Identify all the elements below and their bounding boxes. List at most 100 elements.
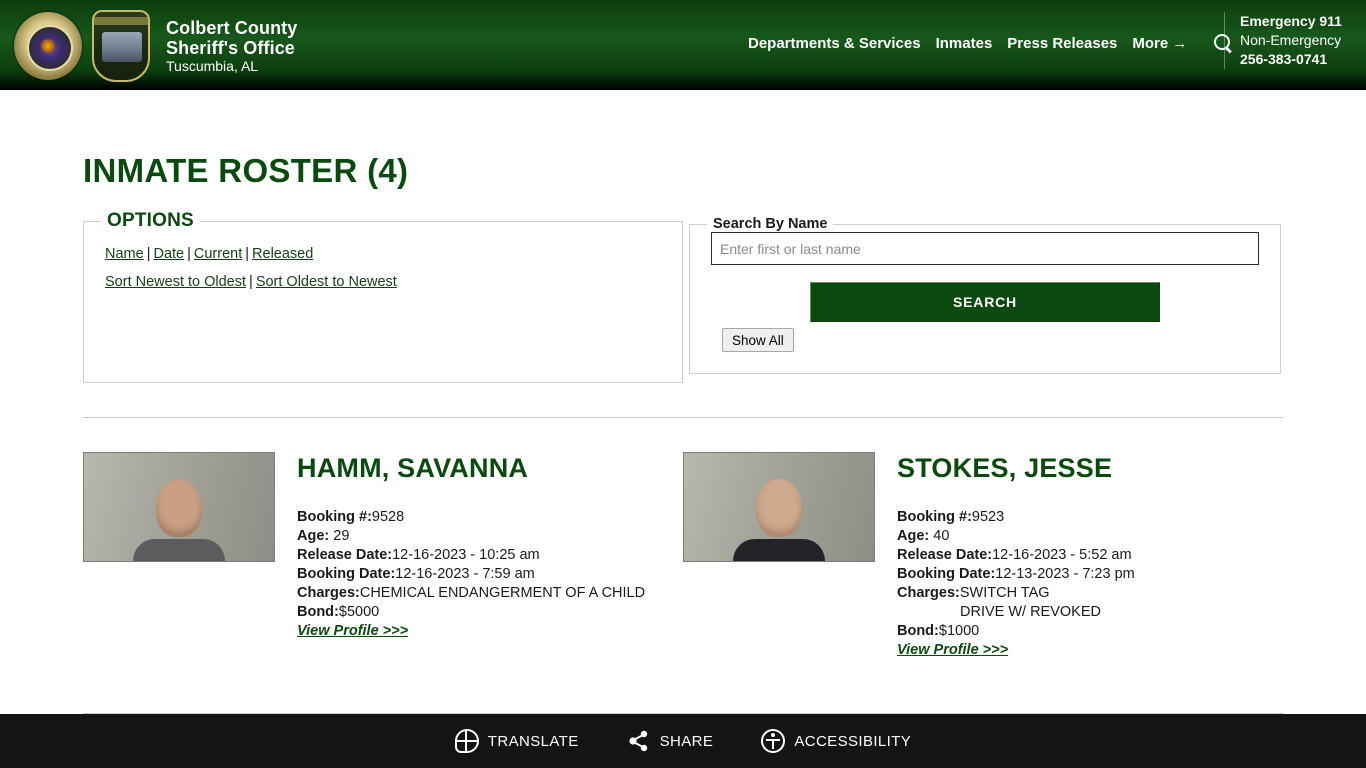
options-link-sort-newest-oldest[interactable]: Sort Newest to Oldest xyxy=(105,274,246,290)
footer-translate-button[interactable]: TRANSLATE xyxy=(454,729,579,753)
site-footer: TRANSLATE SHARE ACCESSIBILITY xyxy=(0,714,1366,768)
inmate-card: STOKES, JESSE Booking #:9523 Age: 40 Rel… xyxy=(683,452,1283,659)
search-input[interactable] xyxy=(711,232,1259,265)
non-emergency-phone[interactable]: 256-383-0741 xyxy=(1240,50,1366,69)
accessibility-person-body xyxy=(772,739,775,749)
value-booking-date: 12-16-2023 - 7:59 am xyxy=(395,565,535,582)
inmate-details: STOKES, JESSE Booking #:9523 Age: 40 Rel… xyxy=(897,452,1135,659)
site-brand[interactable]: Colbert County Sheriff's Office Tuscumbi… xyxy=(0,0,297,82)
footer-translate-label: TRANSLATE xyxy=(487,732,579,750)
options-row-filters: Name | Date | Current | Released xyxy=(105,246,682,262)
label-charges: Charges: xyxy=(297,584,360,601)
arrow-right-icon: → xyxy=(1172,34,1188,52)
value-release-date: 12-16-2023 - 10:25 am xyxy=(392,546,540,563)
search-by-name-panel: Search By Name SEARCH Show All xyxy=(689,216,1281,374)
inmate-release-date-row: Release Date:12-16-2023 - 10:25 am xyxy=(297,546,645,565)
mugshot-head xyxy=(756,479,802,537)
non-emergency-label: Non-Emergency xyxy=(1240,31,1342,48)
nav-more-label[interactable]: More xyxy=(1132,35,1168,52)
view-profile-link[interactable]: View Profile >>> xyxy=(897,642,1008,658)
label-charges: Charges: xyxy=(897,584,960,601)
brand-line-city: Tuscumbia, AL xyxy=(166,57,259,74)
label-booking-date: Booking Date: xyxy=(897,565,996,582)
label-age: Age: xyxy=(297,527,330,544)
inmate-mugshot[interactable] xyxy=(683,452,875,562)
inmate-roster-list: HAMM, SAVANNA Booking #:9528 Age: 29 Rel… xyxy=(83,452,1283,659)
value-booking-date: 12-13-2023 - 7:23 pm xyxy=(995,565,1135,582)
options-link-date[interactable]: Date xyxy=(153,246,184,262)
footer-accessibility-button[interactable]: ACCESSIBILITY xyxy=(761,729,911,753)
footer-accessibility-label: ACCESSIBILITY xyxy=(794,732,912,750)
show-all-button[interactable]: Show All xyxy=(722,328,794,352)
label-booking-number: Booking #: xyxy=(897,508,972,525)
options-row-sort: Sort Newest to Oldest | Sort Oldest to New… xyxy=(105,274,682,290)
options-link-released[interactable]: Released xyxy=(252,246,313,262)
inmate-booking-number-row: Booking #:9523 xyxy=(897,508,1135,527)
label-age: Age: xyxy=(897,527,930,544)
search-panel-legend: Search By Name xyxy=(713,216,828,232)
value-booking-number: 9523 xyxy=(971,508,1005,525)
inmate-card: HAMM, SAVANNA Booking #:9528 Age: 29 Rel… xyxy=(83,452,683,659)
inmate-bond-row: Bond:$1000 xyxy=(897,622,1135,641)
value-charge-2: DRIVE W/ REVOKED xyxy=(960,603,1101,620)
options-link-name[interactable]: Name xyxy=(105,246,144,262)
inmate-mugshot[interactable] xyxy=(83,452,275,562)
label-booking-number: Booking #: xyxy=(297,508,372,525)
section-divider-top xyxy=(83,417,1283,418)
nav-item-inmates[interactable]: Inmates xyxy=(936,35,993,52)
options-separator: | xyxy=(187,246,191,262)
inmate-age-row: Age: 29 xyxy=(297,527,645,546)
inmate-booking-date-row: Booking Date:12-16-2023 - 7:59 am xyxy=(297,565,645,584)
mugshot-shoulders xyxy=(733,539,825,561)
value-booking-number: 9528 xyxy=(371,508,405,525)
footer-share-label: SHARE xyxy=(659,732,714,750)
options-link-sort-oldest-newest[interactable]: Sort Oldest to Newest xyxy=(256,274,397,290)
inmate-charges-row: Charges:SWITCH TAG xyxy=(897,584,1135,603)
value-charge-1: SWITCH TAG xyxy=(959,584,1050,601)
options-link-current[interactable]: Current xyxy=(194,246,242,262)
options-legend: OPTIONS xyxy=(107,210,194,231)
site-header: Colbert County Sheriff's Office Tuscumbi… xyxy=(0,0,1366,90)
inmate-charge-additional-row: DRIVE W/ REVOKED xyxy=(897,603,1135,622)
inmate-bond-row: Bond:$5000 xyxy=(297,603,645,622)
options-separator: | xyxy=(249,274,253,290)
inmate-age-row: Age: 40 xyxy=(897,527,1135,546)
nav-item-press-releases[interactable]: Press Releases xyxy=(1007,35,1117,52)
label-bond: Bond: xyxy=(297,603,339,620)
search-button[interactable]: SEARCH xyxy=(810,282,1160,322)
inmate-name: STOKES, JESSE xyxy=(897,453,1113,483)
inmate-details: HAMM, SAVANNA Booking #:9528 Age: 29 Rel… xyxy=(297,452,645,659)
label-release-date: Release Date: xyxy=(897,546,993,563)
options-body: Name | Date | Current | Released Sort Newest t… xyxy=(84,232,682,290)
main-navigation: Departments & Services Inmates Press Rel… xyxy=(748,33,1233,53)
sheriff-star-badge-icon xyxy=(14,12,82,80)
options-panel: OPTIONS Name | Date | Current | Released Sort … xyxy=(83,210,683,383)
nav-item-departments-services[interactable]: Departments & Services xyxy=(748,35,921,52)
brand-line-county: Colbert County xyxy=(166,17,298,38)
value-charge-1: CHEMICAL ENDANGERMENT OF A CHILD xyxy=(359,584,646,601)
brand-text: Colbert County Sheriff's Office Tuscumbi… xyxy=(166,18,297,75)
footer-share-button[interactable]: SHARE xyxy=(627,729,714,753)
search-panel-body: SEARCH Show All xyxy=(690,232,1280,352)
view-profile-link[interactable]: View Profile >>> xyxy=(297,623,408,639)
inmate-booking-number-row: Booking #:9528 xyxy=(297,508,645,527)
inmate-charges-row: Charges:CHEMICAL ENDANGERMENT OF A CHILD xyxy=(297,584,645,603)
nav-item-more[interactable]: More → xyxy=(1132,35,1187,52)
value-bond: $5000 xyxy=(338,603,380,620)
controls-row: OPTIONS Name | Date | Current | Released Sort … xyxy=(83,210,1283,383)
value-release-date: 12-16-2023 - 5:52 am xyxy=(992,546,1132,563)
value-bond: $1000 xyxy=(938,622,980,639)
inmate-booking-date-row: Booking Date:12-13-2023 - 7:23 pm xyxy=(897,565,1135,584)
label-release-date: Release Date: xyxy=(297,546,393,563)
share-nodes-icon xyxy=(627,729,651,753)
value-age: 40 xyxy=(933,527,950,544)
options-separator: | xyxy=(146,246,151,262)
label-bond: Bond: xyxy=(897,622,939,639)
mugshot-head xyxy=(156,479,202,537)
inmate-name: HAMM, SAVANNA xyxy=(297,453,529,483)
globe-translate-icon xyxy=(454,729,479,753)
options-separator: | xyxy=(245,246,250,262)
accessibility-person-icon xyxy=(761,729,786,753)
value-age: 29 xyxy=(333,527,350,544)
brand-line-office: Sheriff's Office xyxy=(166,37,295,58)
